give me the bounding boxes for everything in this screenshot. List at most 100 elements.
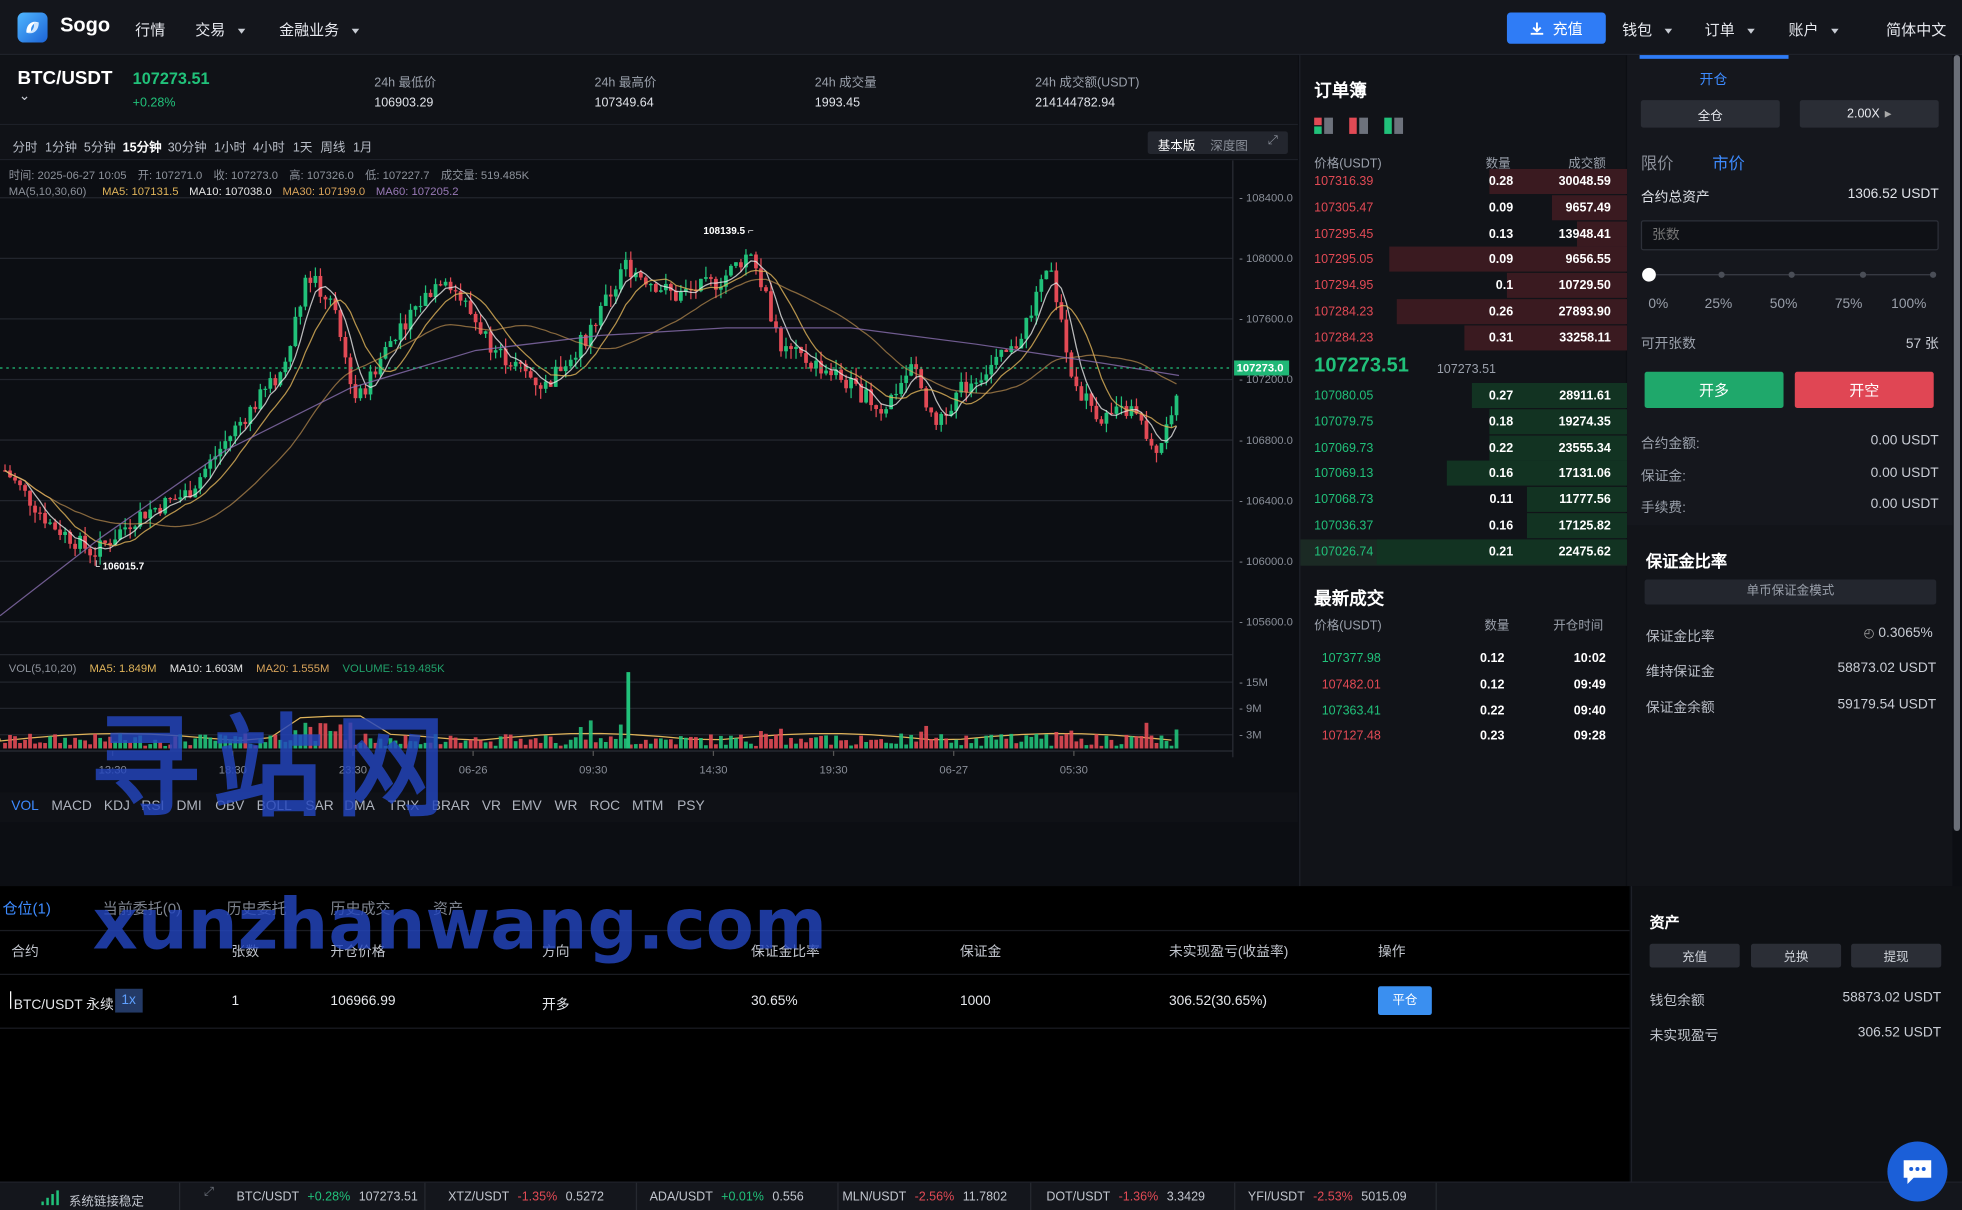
- nav-trade[interactable]: 交易: [195, 19, 246, 40]
- layout-both-icon[interactable]: [1314, 117, 1333, 134]
- pct-75[interactable]: 75%: [1835, 297, 1863, 312]
- chevron-down-icon[interactable]: ⌄: [19, 88, 31, 104]
- footer-pair[interactable]: YFI/USDT -2.53% 5015.09: [1248, 1190, 1407, 1204]
- slider-mark[interactable]: [1788, 271, 1795, 278]
- ask-row[interactable]: 107284.23 0.31 33258.11: [1300, 325, 1628, 351]
- pct-25[interactable]: 25%: [1705, 297, 1733, 312]
- tf-5m[interactable]: 5分钟: [84, 136, 116, 155]
- pct-0[interactable]: 0%: [1648, 297, 1668, 312]
- ask-row[interactable]: 107305.47 0.09 9657.49: [1300, 194, 1628, 221]
- bid-row[interactable]: 107080.05 0.27 28911.61: [1300, 382, 1628, 409]
- language-select[interactable]: 简体中文: [1886, 19, 1946, 40]
- footer-pair[interactable]: XTZ/USDT -1.35% 0.5272: [448, 1190, 604, 1204]
- open-short-button[interactable]: 开空: [1794, 371, 1934, 409]
- layout-asks-icon[interactable]: [1349, 117, 1368, 134]
- tf-1d[interactable]: 1天: [293, 136, 312, 155]
- bid-row[interactable]: 107036.37 0.16 17125.82: [1300, 513, 1628, 539]
- slider-handle[interactable]: [1642, 267, 1656, 282]
- order-type-market[interactable]: 市价: [1712, 150, 1745, 174]
- indicator-vr[interactable]: VR: [482, 799, 501, 814]
- bid-row[interactable]: 107068.73 0.11 11777.56: [1300, 487, 1628, 513]
- candle-body: [343, 336, 348, 358]
- tf-1h[interactable]: 1小时: [214, 136, 246, 155]
- tf-1mo[interactable]: 1月: [353, 136, 372, 155]
- indicator-vol[interactable]: VOL: [11, 799, 39, 814]
- candle-body: [1039, 279, 1044, 292]
- volume-bar: [819, 735, 823, 749]
- tf-4h[interactable]: 4小时: [253, 136, 285, 155]
- ask-row[interactable]: 107295.45 0.13 13948.41: [1300, 221, 1628, 247]
- leverage-select[interactable]: 2.00X ▶: [1799, 100, 1939, 128]
- slider-mark[interactable]: [1929, 271, 1937, 278]
- indicator-mtm[interactable]: MTM: [632, 799, 663, 814]
- bid-row[interactable]: 107079.75 0.18 19274.35: [1300, 409, 1628, 435]
- mode-depth[interactable]: 深度图: [1210, 135, 1248, 154]
- volume-bar: [874, 739, 878, 749]
- ask-row[interactable]: 107294.95 0.1 10729.50: [1300, 273, 1628, 299]
- slider-mark[interactable]: [1859, 271, 1867, 278]
- close-position-button[interactable]: 平仓: [1378, 986, 1432, 1016]
- tf-30m[interactable]: 30分钟: [168, 136, 207, 155]
- scrollbar[interactable]: [1953, 55, 1961, 832]
- footer-pair[interactable]: BTC/USDT +0.28% 107273.51: [237, 1190, 418, 1204]
- nav-finance[interactable]: 金融业务: [279, 19, 360, 40]
- footer-pair[interactable]: MLN/USDT -2.56% 11.7802: [842, 1190, 1007, 1204]
- indicator-wr[interactable]: WR: [554, 799, 577, 814]
- pair-selector[interactable]: BTC/USDT: [18, 68, 113, 89]
- ask-row[interactable]: 107284.23 0.26 27893.90: [1300, 299, 1628, 325]
- exchange-button[interactable]: 兑换: [1750, 943, 1842, 968]
- tf-1w[interactable]: 周线: [320, 136, 345, 155]
- tab-positions[interactable]: 仓位(1): [3, 897, 51, 918]
- volume-bar: [754, 745, 758, 749]
- slider-mark[interactable]: [1718, 271, 1725, 278]
- margin-mode-badge[interactable]: 单币保证金模式: [1644, 579, 1937, 605]
- candle-body: [994, 356, 999, 365]
- layout-bids-icon[interactable]: [1384, 117, 1404, 134]
- indicator-emv[interactable]: EMV: [512, 799, 542, 814]
- bid-row[interactable]: 107069.13 0.16 17131.06: [1300, 461, 1628, 487]
- nav-wallet[interactable]: 钱包: [1622, 19, 1673, 40]
- order-amount: 11777.56: [1559, 493, 1611, 508]
- bid-row[interactable]: 107069.73 0.22 23555.34: [1300, 435, 1628, 461]
- bid-row[interactable]: 107026.74 0.21 22475.62: [1300, 539, 1628, 566]
- order-type-limit[interactable]: 限价: [1641, 150, 1674, 174]
- swap-icon[interactable]: ⤢: [204, 1185, 214, 1199]
- brand-name[interactable]: Sogo: [60, 15, 110, 38]
- pct-50[interactable]: 50%: [1770, 297, 1798, 312]
- indicator-macd[interactable]: MACD: [51, 799, 92, 814]
- deposit-button[interactable]: 充值: [1649, 943, 1740, 968]
- candle-body: [568, 359, 573, 367]
- tf-1m[interactable]: 1分钟: [45, 136, 77, 155]
- recharge-button[interactable]: 充值: [1506, 12, 1606, 44]
- expand-icon[interactable]: ⤢: [1268, 134, 1278, 148]
- tf-line[interactable]: 分时: [13, 136, 38, 155]
- quantity-input[interactable]: [1640, 220, 1939, 251]
- nav-market[interactable]: 行情: [135, 19, 165, 40]
- nav-orders[interactable]: 订单: [1705, 19, 1755, 40]
- pct-100[interactable]: 100%: [1891, 297, 1926, 312]
- order-amount: 33258.11: [1559, 331, 1611, 346]
- indicator-psy[interactable]: PSY: [677, 799, 705, 814]
- footer-pair[interactable]: DOT/USDT -1.36% 3.3429: [1046, 1190, 1205, 1204]
- withdraw-button[interactable]: 提现: [1851, 943, 1942, 968]
- ask-row[interactable]: 107295.05 0.09 9656.55: [1300, 247, 1628, 273]
- indicator-roc[interactable]: ROC: [590, 799, 621, 814]
- nav-account[interactable]: 账户: [1789, 19, 1839, 40]
- volume-bar: [1094, 734, 1099, 749]
- vol-label: VOL(5,10,20): [8, 662, 77, 675]
- chat-support-button[interactable]: [1887, 1141, 1948, 1202]
- kline-chart[interactable]: - 108400.0 - 108000.0 - 107600.0 - 107200.0…: [0, 160, 1298, 793]
- footer-pair[interactable]: ADA/USDT +0.01% 0.556: [650, 1190, 804, 1204]
- ask-row[interactable]: 107316.39 0.28 30048.59: [1300, 168, 1628, 195]
- x-tick-label: 19:30: [819, 764, 847, 776]
- brand-logo[interactable]: [17, 12, 48, 43]
- volume-bar: [1064, 733, 1069, 749]
- volume-bar: [759, 731, 763, 749]
- tf-15m[interactable]: 15分钟: [123, 136, 162, 155]
- candle-body: [1149, 438, 1154, 446]
- candle-body: [38, 512, 42, 514]
- open-long-button[interactable]: 开多: [1644, 371, 1784, 409]
- mode-basic[interactable]: 基本版: [1158, 135, 1196, 154]
- tab-open[interactable]: 开仓: [1700, 69, 1728, 89]
- margin-mode-select[interactable]: 全仓: [1640, 100, 1780, 128]
